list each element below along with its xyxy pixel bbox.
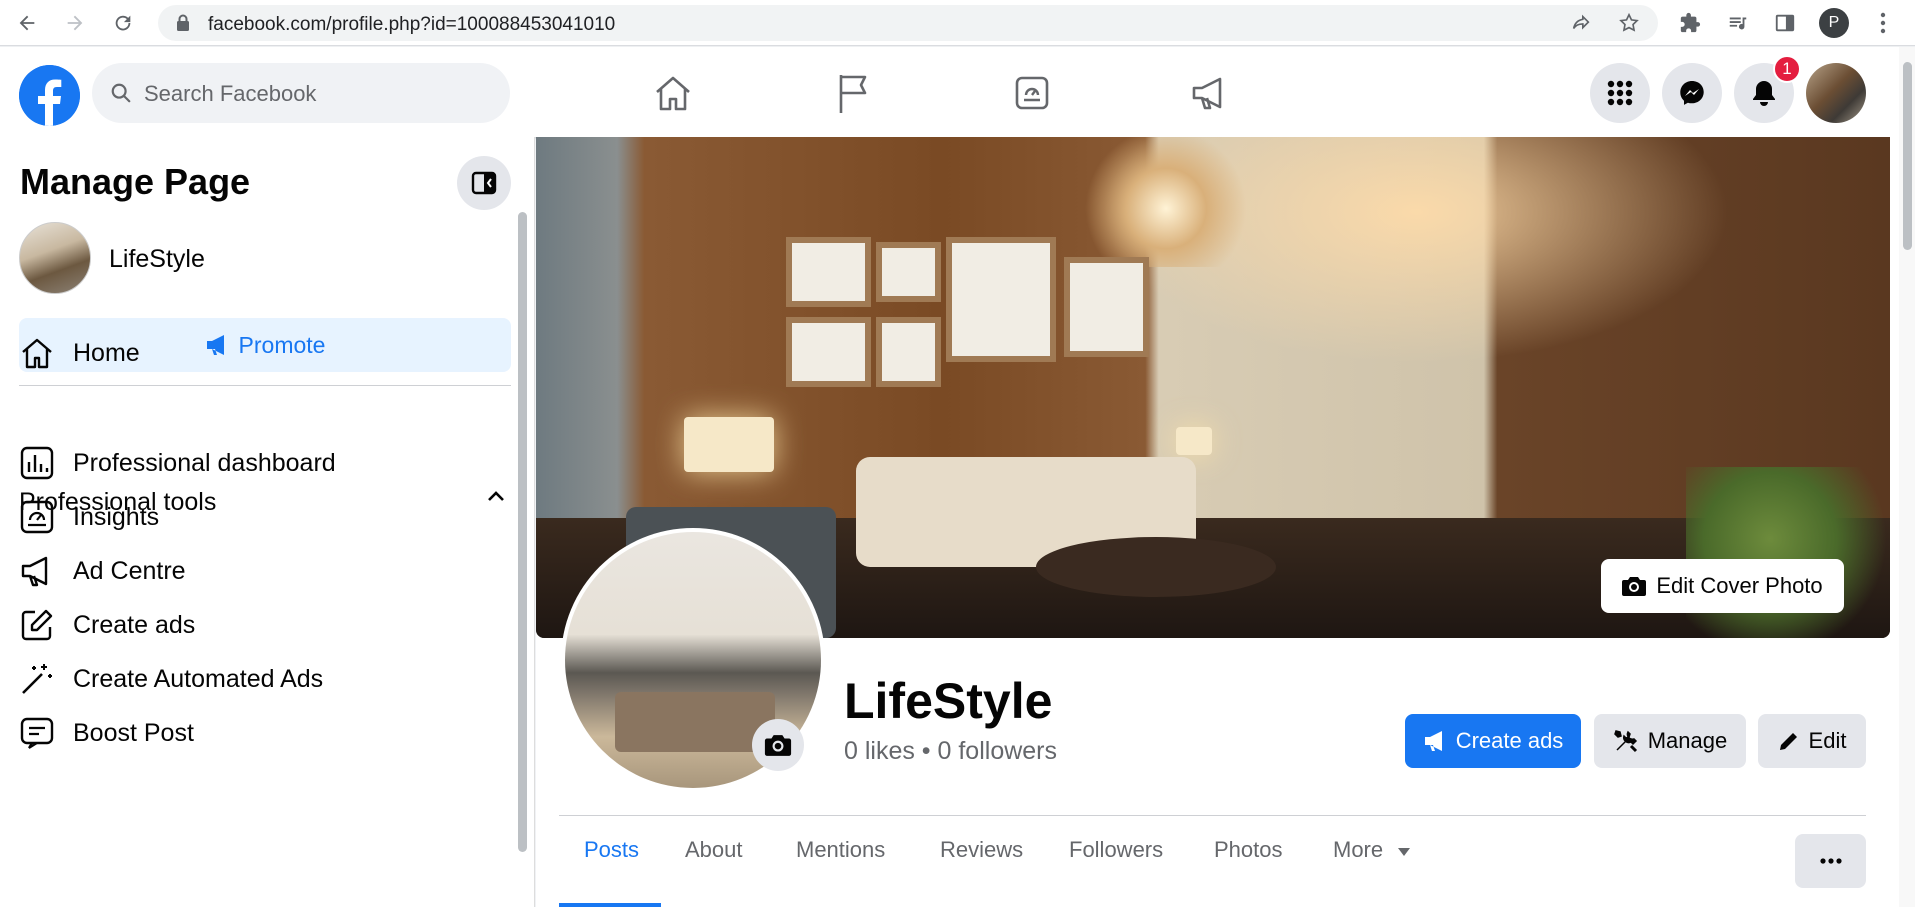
sidebar-item-label: Create Automated Ads xyxy=(73,664,324,693)
media-controls-icon[interactable] xyxy=(1723,8,1753,38)
tab-followers[interactable]: Followers xyxy=(1069,837,1163,897)
url-text: facebook.com/profile.php?id=100088453041… xyxy=(208,14,616,35)
collapse-sidebar-button[interactable] xyxy=(457,156,511,210)
browser-toolbar: facebook.com/profile.php?id=100088453041… xyxy=(0,0,1915,46)
camera-icon xyxy=(1622,577,1647,596)
sidebar-divider xyxy=(19,385,511,386)
tab-mentions[interactable]: Mentions xyxy=(796,837,885,897)
facebook-header: Search Facebook 1 xyxy=(0,47,1915,137)
page-profile-main: Edit Cover Photo LifeStyle 0 likes • 0 f… xyxy=(536,137,1899,907)
manage-page-sidebar: Manage Page LifeStyle Promote Home Profe… xyxy=(0,137,535,907)
sidebar-item-ad-centre[interactable]: Ad Centre xyxy=(19,546,511,596)
edit-square-icon xyxy=(19,607,55,643)
sidebar-item-boost-post[interactable]: Boost Post xyxy=(19,708,511,758)
sidebar-item-label: Ad Centre xyxy=(73,556,186,585)
cover-frame xyxy=(946,237,1056,362)
dashboard-icon xyxy=(19,445,55,481)
cover-frame xyxy=(876,317,941,387)
insights-nav-icon[interactable] xyxy=(1010,71,1054,115)
sidebar-item-create-ads[interactable]: Create ads xyxy=(19,600,511,650)
megaphone-icon xyxy=(1424,731,1442,751)
tab-photos[interactable]: Photos xyxy=(1214,837,1283,897)
create-ads-button[interactable]: Create ads xyxy=(1405,714,1581,768)
tab-posts[interactable]: Posts xyxy=(584,837,639,897)
search-placeholder: Search Facebook xyxy=(144,81,317,106)
chrome-menu-icon[interactable] xyxy=(1868,8,1898,38)
lock-icon xyxy=(176,14,190,37)
megaphone-icon xyxy=(19,553,55,589)
home-nav-icon[interactable] xyxy=(651,71,695,115)
camera-icon xyxy=(764,735,792,756)
sidebar-item-label: Professional dashboard xyxy=(73,448,336,477)
cover-frame xyxy=(876,242,941,302)
search-icon xyxy=(111,83,131,103)
boost-icon xyxy=(19,715,55,751)
active-tab-indicator xyxy=(559,903,661,907)
sidebar-scrollbar[interactable] xyxy=(518,212,527,852)
tab-more-label: More xyxy=(1333,837,1384,862)
tab-more[interactable]: More xyxy=(1333,837,1411,897)
facebook-search-input[interactable]: Search Facebook xyxy=(92,63,510,123)
cover-frame xyxy=(786,317,871,387)
bookmark-star-icon[interactable] xyxy=(1618,12,1640,39)
cover-frame xyxy=(786,237,871,307)
magic-wand-icon xyxy=(19,661,55,697)
home-icon xyxy=(19,335,55,371)
reload-icon[interactable] xyxy=(108,8,138,38)
account-avatar[interactable] xyxy=(1806,63,1866,123)
messenger-icon[interactable] xyxy=(1662,63,1722,123)
create-ads-label: Create ads xyxy=(1455,728,1564,753)
sidebar-item-professional-dashboard[interactable]: Professional dashboard xyxy=(19,438,511,488)
page-scrollbar-thumb[interactable] xyxy=(1903,62,1912,250)
facebook-logo-icon[interactable] xyxy=(19,65,80,126)
more-options-button[interactable] xyxy=(1795,834,1866,888)
tools-icon xyxy=(1613,730,1637,753)
sidebar-home-label: Home xyxy=(73,338,140,367)
tab-reviews[interactable]: Reviews xyxy=(940,837,1023,897)
insights-icon xyxy=(19,499,55,535)
sidebar-item-label: Create ads xyxy=(73,610,196,639)
sidebar-page-name[interactable]: LifeStyle xyxy=(109,245,205,274)
profile-divider xyxy=(559,815,1866,816)
manage-button[interactable]: Manage xyxy=(1594,714,1746,768)
edit-button[interactable]: Edit xyxy=(1758,714,1866,768)
sidebar-item-home[interactable]: Home xyxy=(19,328,511,378)
side-panel-icon[interactable] xyxy=(1770,8,1800,38)
menu-grid-icon[interactable] xyxy=(1590,63,1650,123)
page-avatar[interactable] xyxy=(19,222,91,294)
ellipsis-icon xyxy=(1819,858,1842,864)
caret-down-icon xyxy=(1398,848,1411,856)
chrome-profile-avatar[interactable]: P xyxy=(1819,8,1849,38)
address-bar[interactable]: facebook.com/profile.php?id=100088453041… xyxy=(158,5,1658,41)
cover-lamp xyxy=(684,417,774,472)
notification-badge: 1 xyxy=(1773,55,1801,83)
pages-flag-nav-icon[interactable] xyxy=(832,71,876,115)
profile-picture-rug xyxy=(615,692,775,752)
edit-cover-label: Edit Cover Photo xyxy=(1656,573,1823,598)
sidebar-item-insights[interactable]: Insights xyxy=(19,492,511,542)
update-profile-picture-button[interactable] xyxy=(752,719,804,771)
sidebar-toggle-icon xyxy=(471,171,497,195)
share-icon[interactable] xyxy=(1570,12,1592,39)
manage-label: Manage xyxy=(1647,728,1728,753)
pencil-icon xyxy=(1779,733,1797,750)
extensions-icon[interactable] xyxy=(1675,8,1705,38)
cover-chandelier xyxy=(1076,137,1256,267)
sidebar-item-label: Insights xyxy=(73,502,160,531)
sidebar-title: Manage Page xyxy=(20,161,251,202)
ad-centre-nav-icon[interactable] xyxy=(1188,71,1232,115)
cover-lamp xyxy=(1176,427,1212,455)
sidebar-item-create-automated-ads[interactable]: Create Automated Ads xyxy=(19,654,511,704)
edit-label: Edit xyxy=(1808,728,1847,753)
cover-table xyxy=(1036,537,1276,597)
sidebar-item-label: Boost Post xyxy=(73,718,194,747)
page-title: LifeStyle xyxy=(844,673,1053,729)
tab-about[interactable]: About xyxy=(685,837,743,897)
likes-followers-count[interactable]: 0 likes • 0 followers xyxy=(844,737,1057,766)
cover-frame xyxy=(1064,257,1149,357)
back-icon[interactable] xyxy=(12,8,42,38)
forward-icon[interactable] xyxy=(60,8,90,38)
edit-cover-photo-button[interactable]: Edit Cover Photo xyxy=(1601,559,1844,613)
